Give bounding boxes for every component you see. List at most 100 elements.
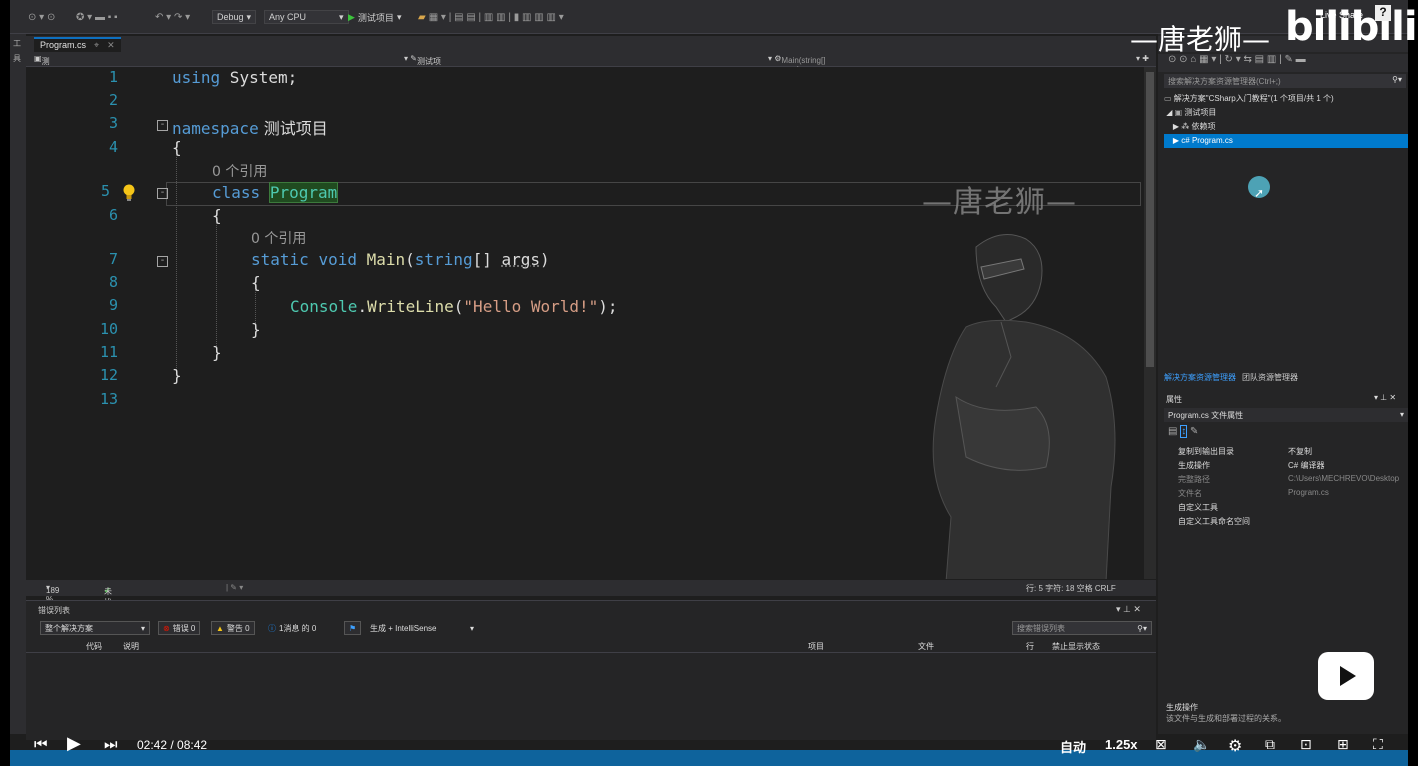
tab-solution-explorer[interactable]: 解决方案资源管理器	[1164, 372, 1236, 383]
project-icon: ▣	[1174, 108, 1183, 117]
col-project[interactable]: 项目	[808, 641, 824, 652]
reference-count[interactable]: 0 个引用	[212, 161, 267, 181]
col-desc[interactable]: 说明	[123, 641, 139, 652]
col-suppress[interactable]: 禁止显示状态	[1052, 641, 1100, 652]
server-icon[interactable]: 具	[13, 53, 23, 64]
zoom-level[interactable]: 189 % ▾	[46, 583, 59, 604]
cs-file-icon: c#	[1181, 136, 1190, 145]
platform-select[interactable]: Any CPU ▾	[264, 10, 349, 24]
error-search-input[interactable]: 搜索错误列表 ⚲▾	[1012, 621, 1152, 635]
col-code[interactable]: 代码	[86, 641, 102, 652]
pin-icon[interactable]: ⌖	[94, 40, 99, 51]
property-description: 生成操作 该文件与生成和部署过程的关系。	[1166, 702, 1286, 724]
config-select[interactable]: Debug ▾	[212, 10, 257, 24]
method-name: WriteLine	[367, 297, 454, 316]
brush-icon[interactable]: | ✎ ▾	[226, 583, 243, 592]
tree-label: 测试项目	[1184, 108, 1217, 117]
brace-close: }	[212, 343, 222, 362]
quality-button[interactable]: 自动	[1060, 737, 1086, 756]
build-label: 生成 + IntelliSense	[370, 623, 437, 633]
tab-team-explorer[interactable]: 团队资源管理器	[1242, 372, 1298, 383]
new-open-save-icons[interactable]: ✪ ▾ ▬ ▪ ▪	[76, 10, 118, 24]
error-list-title: 错误列表	[38, 606, 70, 615]
live-share-button[interactable]: Live Share	[1320, 10, 1363, 20]
code-line-1: using System;	[172, 68, 297, 87]
fullscreen-icon[interactable]: ⛶	[1373, 736, 1383, 753]
property-value: 不复制	[1288, 447, 1312, 456]
property-row[interactable]: 生成操作 C# 编译器	[1164, 458, 1408, 472]
property-row[interactable]: 文件名 Program.cs	[1164, 486, 1408, 500]
left-dock-strip[interactable]: 工 具	[10, 34, 26, 734]
previous-icon[interactable]: ⏮	[34, 736, 48, 753]
keyword-string: string	[414, 250, 473, 269]
tree-item-solution[interactable]: ▭ 解决方案"CSharp入门教程"(1 个项目/共 1 个)	[1164, 92, 1408, 106]
tree-item-program-cs[interactable]: ▶ c# Program.cs	[1164, 134, 1408, 148]
tree-label: 依赖项	[1191, 122, 1216, 131]
messages-filter-button[interactable]: ⓘ 1消息 的 0	[264, 621, 320, 635]
navigation-bar: ▣ 测试项目 ▾ ✎ 测试项目.Program ▾ ⚙ Main(string[…	[26, 52, 1156, 99]
play-icon: ▶	[348, 11, 355, 22]
warnings-filter-button[interactable]: ▲ 警告 0	[211, 621, 255, 635]
widescreen-icon[interactable]: ⊡	[1300, 736, 1312, 753]
keyword-using: using	[172, 68, 221, 87]
property-row[interactable]: 自定义工具	[1164, 500, 1408, 514]
help-icon[interactable]: ?	[1375, 5, 1391, 21]
bilibili-tv-icon[interactable]	[1318, 652, 1374, 700]
panel-controls-icon[interactable]: ▾ ⊥ ✕	[1116, 604, 1141, 615]
code-line-7: static void Main(string[] args)	[251, 250, 550, 269]
col-file[interactable]: 文件	[918, 641, 934, 652]
build-select[interactable]: 生成 + IntelliSense ▾	[366, 621, 478, 635]
code-editor[interactable]: - - - 1 2 3 4 5 6 7 8 9 10 11 12 13 usin…	[26, 67, 1144, 579]
toolbar-misc-icons[interactable]: ▰ ▦ ▾ | ▤ ▤ | ▥ ▥ | ▮ ▥ ▥ ▥ ▾	[418, 10, 564, 24]
property-key: 复制到输出目录	[1178, 447, 1234, 456]
property-value: C# 编译器	[1288, 461, 1325, 470]
filter-icon[interactable]: ⚑	[344, 621, 362, 635]
method-name: Main	[366, 250, 406, 269]
settings-icon[interactable]: ⚙	[1228, 736, 1242, 756]
run-button[interactable]: ▶ 测试项目 ▾	[348, 10, 401, 24]
nav-back-forward-icon[interactable]: ⊙ ▾ ⊙	[28, 10, 55, 24]
nav-project-dropdown[interactable]: ▣ 测试项目	[34, 54, 50, 99]
brace-open: {	[172, 138, 182, 157]
web-fullscreen-icon[interactable]: ⊞	[1337, 736, 1349, 753]
close-icon[interactable]: ✕	[107, 40, 115, 51]
errors-filter-button[interactable]: ⊗ 错误 0	[158, 621, 201, 635]
scope-select[interactable]: 整个解决方案 ▾	[40, 621, 150, 635]
play-icon[interactable]: ▶	[67, 733, 81, 754]
solution-search-input[interactable]: 搜索解决方案资源管理器(Ctrl+;) ⚲▾	[1164, 74, 1406, 88]
dependencies-icon: ⁂	[1181, 122, 1190, 131]
editor-status-line: 189 % ▾ ✔ 未找到相关问题 | ✎ ▾ 行: 5 字符: 18 空格 C…	[26, 580, 1156, 662]
visual-studio-window: ⊙ ▾ ⊙ ✪ ▾ ▬ ▪ ▪ ↶ ▾ ↷ ▾ Debug ▾ Any CPU ▾ …	[10, 0, 1408, 766]
speed-button[interactable]: 1.25x	[1105, 737, 1138, 752]
tree-item-project[interactable]: ◢ ▣ 测试项目	[1164, 106, 1408, 120]
property-row[interactable]: 复制到输出目录 不复制	[1164, 444, 1408, 458]
line-number: 13	[99, 390, 118, 408]
scrollbar-thumb[interactable]	[1146, 72, 1154, 367]
nav-member-dropdown[interactable]: ▾ ⚙ Main(string[] args)	[768, 54, 825, 74]
tab-program-cs[interactable]: Program.cs ⌖ ✕	[34, 37, 121, 52]
code-line-9: Console.WriteLine("Hello World!");	[290, 297, 618, 316]
property-row[interactable]: 自定义工具命名空间	[1164, 514, 1408, 528]
danmaku-off-icon[interactable]: ⊠	[1155, 736, 1167, 753]
nav-class-dropdown[interactable]: ▾ ✎ 测试项目.Program	[404, 54, 458, 77]
volume-icon[interactable]: 🔈	[1193, 736, 1210, 753]
document-tab-row: Program.cs ⌖ ✕	[26, 36, 1156, 52]
properties-subject[interactable]: Program.cs 文件属性 ▾	[1164, 408, 1408, 422]
undo-redo-icons[interactable]: ↶ ▾ ↷ ▾	[155, 10, 190, 24]
tree-item-dependencies[interactable]: ▶ ⁂ 依赖项	[1164, 120, 1408, 134]
solution-explorer-panel: ⊙ ⊙ ⌂ ▦ ▾ | ↻ ▾ ⇆ ▤ ▥ | ✎ ▬ 搜索解决方案资源管理器(…	[1158, 34, 1408, 734]
toolbox-icon[interactable]: 工	[13, 38, 23, 49]
code-text: )	[540, 250, 550, 269]
reference-count[interactable]: 0 个引用	[251, 228, 306, 248]
properties-toolbar-icons[interactable]: ▤ ↕ ✎	[1168, 425, 1198, 438]
error-icon: ⊗	[163, 623, 170, 633]
property-row[interactable]: 完整路径 C:\Users\MECHREVO\Desktop	[1164, 472, 1408, 486]
pip-icon[interactable]: ⧉	[1265, 736, 1275, 753]
next-icon[interactable]: ⏭	[104, 736, 118, 753]
warning-icon: ▲	[216, 623, 224, 633]
solution-tree: ▭ 解决方案"CSharp入门教程"(1 个项目/共 1 个) ◢ ▣ 测试项目…	[1164, 92, 1408, 148]
col-line[interactable]: 行	[1026, 641, 1034, 652]
editor-vertical-scrollbar[interactable]	[1144, 67, 1156, 579]
panel-controls-icon[interactable]: ▾ ⊥ ✕	[1374, 393, 1396, 402]
property-value: Program.cs	[1288, 488, 1329, 497]
